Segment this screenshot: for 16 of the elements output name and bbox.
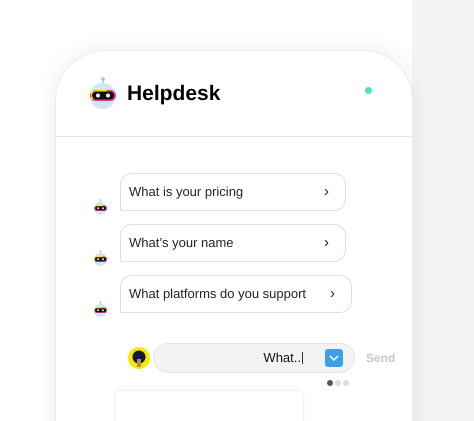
chevron-down-icon bbox=[329, 355, 339, 361]
input-text: What.. bbox=[263, 349, 301, 368]
user-avatar-icon bbox=[128, 347, 150, 369]
robot-avatar-icon bbox=[93, 198, 108, 215]
suggestion-bubble[interactable]: What platforms do you support › bbox=[120, 275, 352, 313]
chevron-icon: › bbox=[324, 180, 329, 204]
suggestion-bubble[interactable]: What is your pricing › bbox=[120, 173, 346, 211]
suggestion-bubble[interactable]: What’s your name › bbox=[120, 224, 346, 262]
dropdown-button[interactable] bbox=[325, 349, 343, 367]
robot-avatar-icon bbox=[93, 250, 108, 266]
window-title: Helpdesk bbox=[127, 80, 220, 107]
robot-avatar-icon bbox=[88, 77, 118, 110]
chevron-icon: › bbox=[324, 232, 329, 254]
robot-avatar-icon bbox=[93, 300, 108, 317]
message-input[interactable]: What.. bbox=[153, 343, 355, 373]
chevron-icon: › bbox=[330, 282, 336, 306]
